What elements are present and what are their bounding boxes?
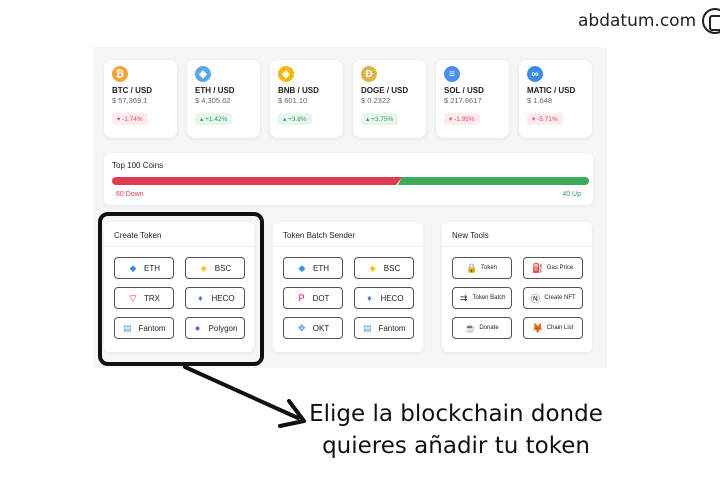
caption-line-2: quieres añadir tu token: [322, 433, 590, 459]
caption-line-1: Elige la blockchain donde: [309, 401, 603, 427]
annotation-caption: Elige la blockchain donde quieres añadir…: [306, 398, 606, 462]
